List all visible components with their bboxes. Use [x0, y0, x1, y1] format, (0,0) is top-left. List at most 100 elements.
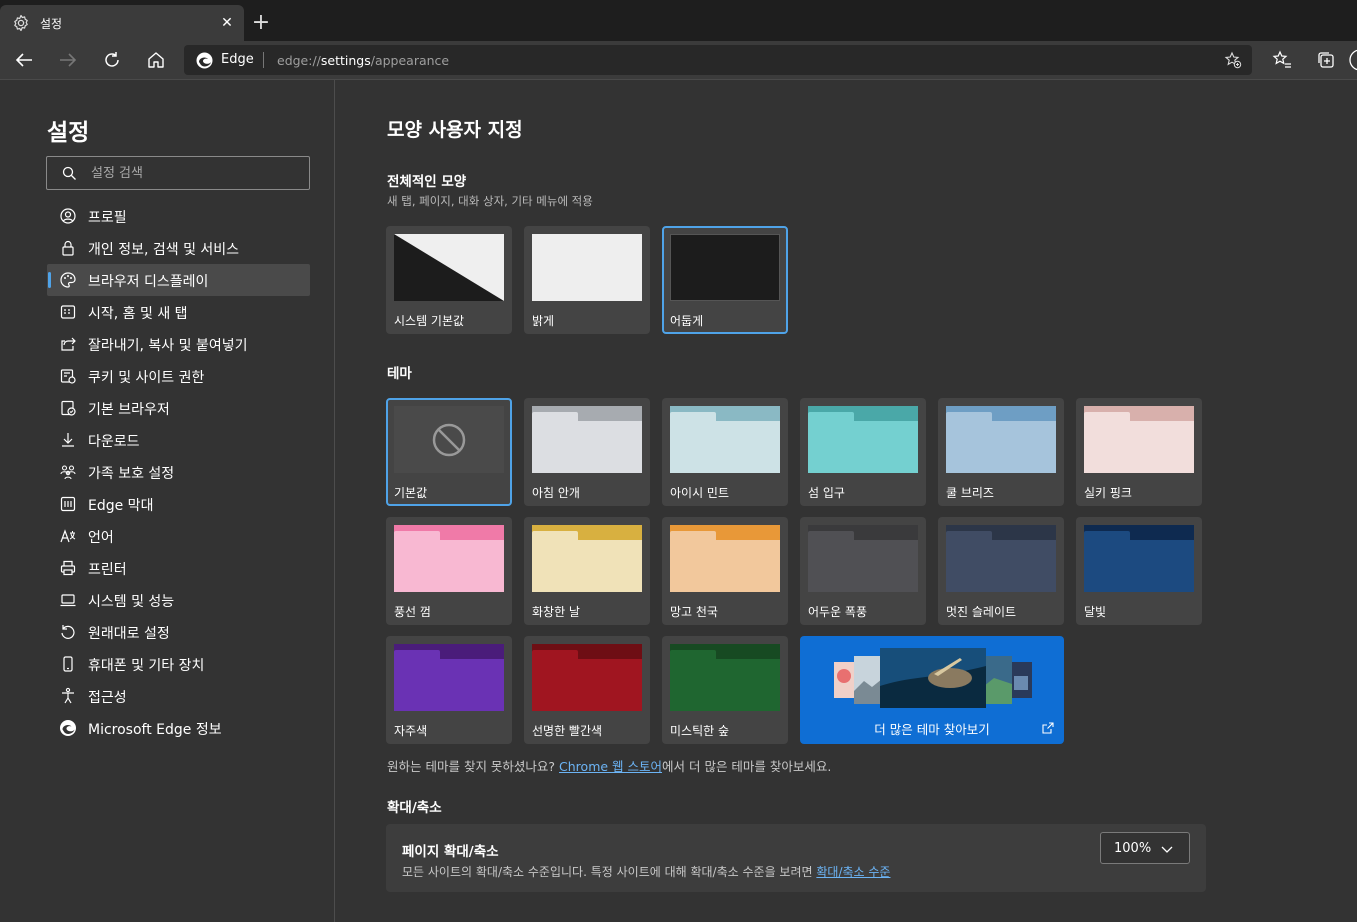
- overall-appearance-heading: 전체적인 모양: [387, 174, 467, 190]
- settings-sidebar: 설정 프로필 개인 정보, 검색 및 서비스 브라우저 디스플레이 시작, 홈 …: [0, 80, 335, 922]
- sidebar-item-label: 접근성: [88, 690, 127, 706]
- sidebar-item-privacy[interactable]: 개인 정보, 검색 및 서비스: [47, 232, 310, 264]
- edge-label: Edge: [221, 52, 254, 67]
- toolbar: Edge edge://settings/appearance: [0, 41, 1357, 80]
- profile-icon: [60, 208, 76, 224]
- sidebar-item-start-home[interactable]: 시작, 홈 및 새 탭: [47, 296, 310, 328]
- appearance-option-light[interactable]: 밝게: [524, 226, 650, 334]
- collections-icon[interactable]: [1315, 49, 1337, 71]
- sidebar-item-printers[interactable]: 프린터: [47, 552, 310, 584]
- sidebar-item-label: 언어: [88, 530, 114, 546]
- sidebar-item-label: 개인 정보, 검색 및 서비스: [88, 242, 240, 258]
- sidebar-item-cookies[interactable]: 쿠키 및 사이트 권한: [47, 360, 310, 392]
- theme-option[interactable]: 풍선 껌: [386, 517, 512, 625]
- zoom-select[interactable]: 100%: [1100, 832, 1190, 864]
- laptop-icon: [60, 594, 76, 607]
- printer-icon: [60, 560, 76, 576]
- address-bar[interactable]: Edge edge://settings/appearance: [184, 45, 1252, 75]
- more-themes-button[interactable]: 더 많은 테마 찾아보기: [800, 636, 1064, 744]
- theme-option[interactable]: 아침 안개: [524, 398, 650, 506]
- theme-label: 선명한 빨간색: [532, 724, 603, 738]
- theme-heading: 테마: [387, 366, 412, 382]
- more-themes-collage: [834, 648, 1032, 708]
- sidebar-item-language[interactable]: 언어: [47, 520, 310, 552]
- theme-option[interactable]: 자주색: [386, 636, 512, 744]
- home-grid-icon: [60, 305, 76, 319]
- sidebar-item-downloads[interactable]: 다운로드: [47, 424, 310, 456]
- edge-logo-icon: [196, 52, 213, 69]
- sidebar-item-label: 원래대로 설정: [88, 626, 170, 642]
- appearance-option-system[interactable]: 시스템 기본값: [386, 226, 512, 334]
- theme-preview: [808, 525, 918, 592]
- theme-option[interactable]: 달빛: [1076, 517, 1202, 625]
- sidebar-item-family[interactable]: 가족 보호 설정: [47, 456, 310, 488]
- tab-settings[interactable]: 설정 ✕: [0, 5, 244, 41]
- theme-label: 화창한 날: [532, 605, 580, 619]
- search-icon: [62, 166, 76, 180]
- url-text: edge://settings/appearance: [277, 53, 450, 68]
- new-tab-button[interactable]: +: [250, 12, 272, 35]
- sidebar-item-share[interactable]: 잘라내기, 복사 및 붙여넣기: [47, 328, 310, 360]
- zoom-levels-link[interactable]: 확대/축소 수준: [816, 865, 890, 879]
- cookie-icon: [60, 369, 76, 384]
- theme-label: 기본값: [394, 486, 428, 500]
- search-input[interactable]: [91, 163, 301, 183]
- theme-preview: [532, 644, 642, 711]
- sidebar-item-system[interactable]: 시스템 및 성능: [47, 584, 310, 616]
- sidebar-item-appearance[interactable]: 브라우저 디스플레이: [47, 264, 310, 296]
- settings-search[interactable]: [46, 156, 310, 190]
- close-tab-icon[interactable]: ✕: [218, 14, 236, 32]
- appearance-preview-light: [532, 234, 642, 301]
- chevron-down-icon: [1161, 846, 1173, 853]
- theme-option[interactable]: 실키 핑크: [1076, 398, 1202, 506]
- appearance-option-label: 시스템 기본값: [394, 314, 465, 328]
- theme-option[interactable]: 쿨 브리즈: [938, 398, 1064, 506]
- theme-preview: [532, 406, 642, 473]
- edge-logo-icon: [60, 720, 76, 736]
- theme-label: 미스틱한 숲: [670, 724, 730, 738]
- chrome-web-store-link[interactable]: Chrome 웹 스토어: [559, 759, 662, 774]
- phone-icon: [63, 656, 73, 672]
- main-content: 모양 사용자 지정 전체적인 모양 새 탭, 페이지, 대화 상자, 기타 메뉴…: [336, 80, 1357, 922]
- theme-option[interactable]: 어두운 폭풍: [800, 517, 926, 625]
- theme-option[interactable]: 멋진 슬레이트: [938, 517, 1064, 625]
- back-icon[interactable]: [13, 49, 35, 71]
- add-favorite-icon[interactable]: [1224, 51, 1242, 69]
- theme-option[interactable]: 망고 천국: [662, 517, 788, 625]
- sidebar-item-label: 브라우저 디스플레이: [88, 274, 209, 290]
- profile-avatar-icon[interactable]: [1349, 49, 1357, 71]
- theme-option[interactable]: 선명한 빨간색: [524, 636, 650, 744]
- sidebar-item-default-browser[interactable]: 기본 브라우저: [47, 392, 310, 424]
- theme-preview-default: [394, 406, 504, 473]
- sidebar-item-profile[interactable]: 프로필: [47, 200, 310, 232]
- sidebar-item-reset[interactable]: 원래대로 설정: [47, 616, 310, 648]
- sidebar-item-label: 가족 보호 설정: [88, 466, 175, 482]
- sidebar-item-edge-bar[interactable]: Edge 막대: [47, 488, 310, 520]
- forward-icon[interactable]: [57, 49, 79, 71]
- theme-preview: [808, 406, 918, 473]
- theme-preview: [1084, 406, 1194, 473]
- sidebar-item-label: 다운로드: [88, 434, 140, 450]
- sidebar-item-about[interactable]: Microsoft Edge 정보: [47, 712, 310, 744]
- theme-option[interactable]: 화창한 날: [524, 517, 650, 625]
- address-divider: [263, 52, 264, 68]
- theme-default[interactable]: 기본값: [386, 398, 512, 506]
- sidebar-item-label: 프로필: [88, 210, 127, 226]
- home-icon[interactable]: [145, 49, 167, 71]
- sidebar-item-phone[interactable]: 휴대폰 및 기타 장치: [47, 648, 310, 680]
- gear-icon: [14, 14, 28, 32]
- theme-label: 실키 핑크: [1084, 486, 1132, 500]
- theme-label: 아이시 민트: [670, 486, 730, 500]
- sidebar-item-label: 휴대폰 및 기타 장치: [88, 658, 205, 674]
- theme-label: 자주색: [394, 724, 428, 738]
- theme-option[interactable]: 미스틱한 숲: [662, 636, 788, 744]
- sidebar-item-accessibility[interactable]: 접근성: [47, 680, 310, 712]
- theme-option[interactable]: 섬 입구: [800, 398, 926, 506]
- appearance-option-dark[interactable]: 어둡게: [662, 226, 788, 334]
- theme-option[interactable]: 아이시 민트: [662, 398, 788, 506]
- refresh-icon[interactable]: [101, 49, 123, 71]
- theme-preview: [670, 644, 780, 711]
- family-icon: [60, 465, 76, 480]
- appearance-option-label: 밝게: [532, 314, 555, 328]
- favorites-icon[interactable]: [1271, 49, 1293, 71]
